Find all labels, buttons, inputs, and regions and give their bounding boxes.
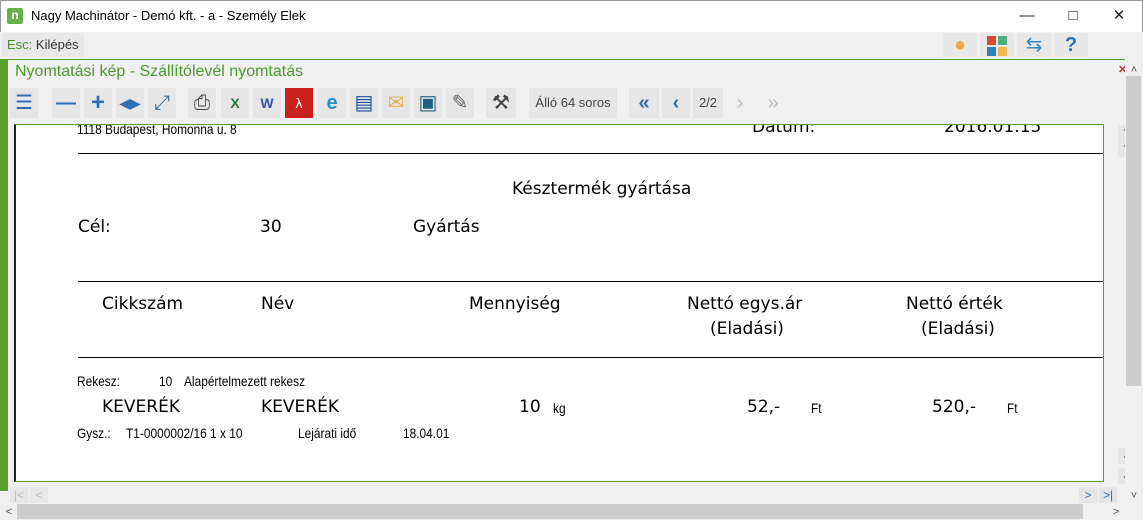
switch-icon[interactable]: ⇆ xyxy=(1017,33,1051,57)
column-header-quantity: Mennyiség xyxy=(469,294,561,314)
user-icon[interactable]: ● xyxy=(943,33,977,57)
maximize-icon[interactable]: □ xyxy=(1050,0,1096,31)
horizontal-scroll-thumb[interactable] xyxy=(17,504,1083,519)
column-header-value-sub: (Eladási) xyxy=(921,319,995,339)
expiry-value: 18.04.01 xyxy=(403,425,450,441)
fit-page-icon[interactable]: ⤢ xyxy=(148,88,176,118)
modules-icon[interactable] xyxy=(980,33,1014,57)
scroll-left-icon[interactable]: < xyxy=(1,504,17,520)
company-address: 1118 Budapest, Homonna u. 8 xyxy=(77,124,237,137)
exit-label: Kilépés xyxy=(35,37,79,52)
screen-icon[interactable]: ▤ xyxy=(350,88,378,118)
divider xyxy=(78,153,1103,154)
column-header-unit-price: Nettó egys.ár xyxy=(687,294,803,314)
item-value-currency: Ft xyxy=(1007,400,1018,416)
panel-title: Nyomtatási kép - Szállítólevél nyomtatás xyxy=(15,63,304,80)
exit-button[interactable]: Esc: Kilépés xyxy=(2,33,84,57)
close-icon[interactable]: ✕ xyxy=(1096,0,1142,31)
item-unit-price-currency: Ft xyxy=(811,400,822,416)
first-page-icon[interactable]: « xyxy=(629,88,659,118)
goal-label: Cél: xyxy=(78,217,111,237)
zoom-out-icon[interactable]: — xyxy=(52,88,80,118)
column-header-unit-price-sub: (Eladási) xyxy=(710,319,784,339)
next-page-icon[interactable]: › xyxy=(726,88,754,118)
active-panel-indicator xyxy=(0,59,8,491)
app-logo-icon: n xyxy=(7,8,23,24)
edit-icon[interactable]: ✎ xyxy=(446,88,474,118)
word-icon[interactable]: W xyxy=(253,88,281,118)
batch-label: Gysz.: xyxy=(77,425,111,441)
fit-width-icon[interactable]: ◀▶ xyxy=(116,88,144,118)
last-column-icon[interactable]: >| xyxy=(1099,487,1117,503)
divider xyxy=(78,281,1103,282)
column-header-value: Nettó érték xyxy=(906,294,1003,314)
rekesz-label: Rekesz: xyxy=(77,373,120,389)
document-preview: 1118 Budapest, Homonna u. 8 Dátum: 2016.… xyxy=(14,124,1104,482)
scroll-up-icon[interactable]: ˄ xyxy=(1126,62,1142,78)
settings-tools-icon[interactable]: ⚒ xyxy=(486,88,516,118)
email-icon[interactable]: ✉ xyxy=(382,88,410,118)
goal-text: Gyártás xyxy=(413,217,480,237)
window-title: Nagy Machinátor - Demó kft. - a - Személ… xyxy=(31,8,306,23)
next-column-icon[interactable]: > xyxy=(1079,487,1097,503)
item-value: 520,- xyxy=(932,397,976,417)
document-heading: Késztermék gyártása xyxy=(512,179,692,199)
printer-icon[interactable]: ⎙ xyxy=(188,88,216,118)
item-unit-price: 52,- xyxy=(747,397,781,417)
expiry-label: Lejárati idő xyxy=(298,425,357,441)
column-header-name: Név xyxy=(261,294,295,314)
help-icon[interactable]: ? xyxy=(1054,33,1088,57)
zoom-in-icon[interactable]: + xyxy=(84,88,112,118)
minimize-icon[interactable]: — xyxy=(1004,0,1050,31)
pdf-icon[interactable]: λ xyxy=(285,88,313,118)
goal-value: 30 xyxy=(260,217,282,237)
item-code: KEVERÉK xyxy=(102,397,180,417)
menu-icon[interactable]: ☰ xyxy=(10,88,38,118)
vertical-scroll-thumb[interactable] xyxy=(1126,76,1141,386)
divider xyxy=(78,357,1103,358)
page-indicator: 2/2 xyxy=(693,88,723,118)
date-value: 2016.01.15 xyxy=(944,124,1042,137)
item-name: KEVERÉK xyxy=(261,397,339,417)
rekesz-name: Alapértelmezett rekesz xyxy=(184,373,306,389)
scroll-down-icon[interactable]: ˅ xyxy=(1126,488,1142,504)
date-label: Dátum: xyxy=(752,124,816,137)
esc-key-label: Esc: xyxy=(7,37,33,52)
orientation-button[interactable]: Álló 64 soros xyxy=(529,88,617,118)
rekesz-value: 10 xyxy=(159,373,173,389)
excel-icon[interactable]: X xyxy=(221,88,249,118)
item-quantity: 10 xyxy=(519,397,541,417)
first-column-icon[interactable]: |< xyxy=(10,487,28,503)
last-page-icon[interactable]: » xyxy=(758,88,788,118)
previous-column-icon[interactable]: < xyxy=(30,487,48,503)
archive-icon[interactable]: ▣ xyxy=(414,88,442,118)
column-header-code: Cikkszám xyxy=(102,294,184,314)
item-unit: kg xyxy=(553,400,566,416)
previous-page-icon[interactable]: ‹ xyxy=(662,88,690,118)
scroll-right-icon[interactable]: > xyxy=(1108,504,1124,520)
batch-value: T1-0000002/16 1 x 10 xyxy=(126,425,243,441)
browser-icon[interactable]: e xyxy=(318,88,346,118)
